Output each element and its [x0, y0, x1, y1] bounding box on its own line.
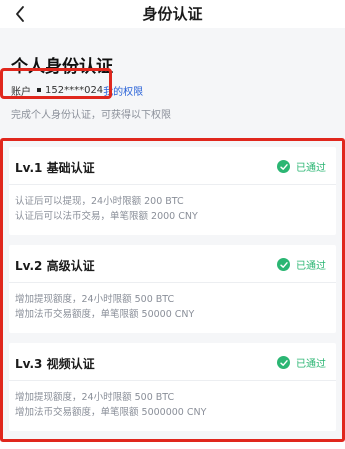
status-label: 已通过	[296, 163, 326, 174]
identity-verification-page: 身份认证 个人身份认证 账户 152****024 我的权限 完成个人身份认证，…	[0, 0, 345, 449]
card-header: Lv.3 视频认证 已通过	[9, 343, 336, 381]
status-badge: 已通过	[277, 355, 326, 370]
card-body: 增加提现额度，24小时限额 500 BTC 增加法币交易额度，单笔限额 5000…	[15, 390, 206, 420]
card-body: 增加提现额度，24小时限额 500 BTC 增加法币交易额度，单笔限额 5000…	[15, 292, 194, 322]
check-circle-icon	[277, 258, 290, 271]
status-label: 已通过	[296, 359, 326, 370]
level-title: Lv.1 基础认证	[15, 161, 95, 175]
nav-bar: 身份认证	[0, 0, 345, 28]
privilege-line: 增加提现额度，24小时限额 500 BTC	[15, 392, 175, 403]
level-card-2[interactable]: Lv.2 高级认证 已通过 增加提现额度，24小时限额 500 BTC 增加法币…	[9, 245, 336, 333]
level-card-1[interactable]: Lv.1 基础认证 已通过 认证后可以提现，24小时限额 200 BTC 认证后…	[9, 147, 336, 235]
status-badge: 已通过	[277, 159, 326, 174]
privilege-line: 增加法币交易额度，单笔限额 5000000 CNY	[15, 407, 207, 418]
level-title: Lv.3 视频认证	[15, 357, 95, 371]
privilege-line: 增加法币交易额度，单笔限额 50000 CNY	[15, 309, 195, 320]
card-header: Lv.1 基础认证 已通过	[9, 147, 336, 185]
privilege-line: 认证后可以法币交易，单笔限额 2000 CNY	[15, 211, 198, 222]
levels-highlight-box: Lv.1 基础认证 已通过 认证后可以提现，24小时限额 200 BTC 认证后…	[0, 138, 345, 442]
card-header: Lv.2 高级认证 已通过	[9, 245, 336, 283]
privilege-line: 增加提现额度，24小时限额 500 BTC	[15, 294, 175, 305]
levels-section: Lv.1 基础认证 已通过 认证后可以提现，24小时限额 200 BTC 认证后…	[0, 138, 345, 442]
page-title: 身份认证	[142, 5, 203, 23]
status-label: 已通过	[296, 261, 326, 272]
account-highlight-box	[0, 68, 112, 99]
level-title: Lv.2 高级认证	[15, 259, 95, 273]
card-body: 认证后可以提现，24小时限额 200 BTC 认证后可以法币交易，单笔限额 20…	[15, 194, 198, 224]
status-badge: 已通过	[277, 257, 326, 272]
level-card-3[interactable]: Lv.3 视频认证 已通过 增加提现额度，24小时限额 500 BTC 增加法币…	[9, 343, 336, 431]
check-circle-icon	[277, 160, 290, 173]
privilege-line: 认证后可以提现，24小时限额 200 BTC	[15, 196, 184, 207]
section-description: 完成个人身份认证，可获得以下权限	[11, 110, 171, 121]
personal-verification-header: 个人身份认证 账户 152****024 我的权限 完成个人身份认证，可获得以下…	[0, 28, 345, 138]
check-circle-icon	[277, 356, 290, 369]
